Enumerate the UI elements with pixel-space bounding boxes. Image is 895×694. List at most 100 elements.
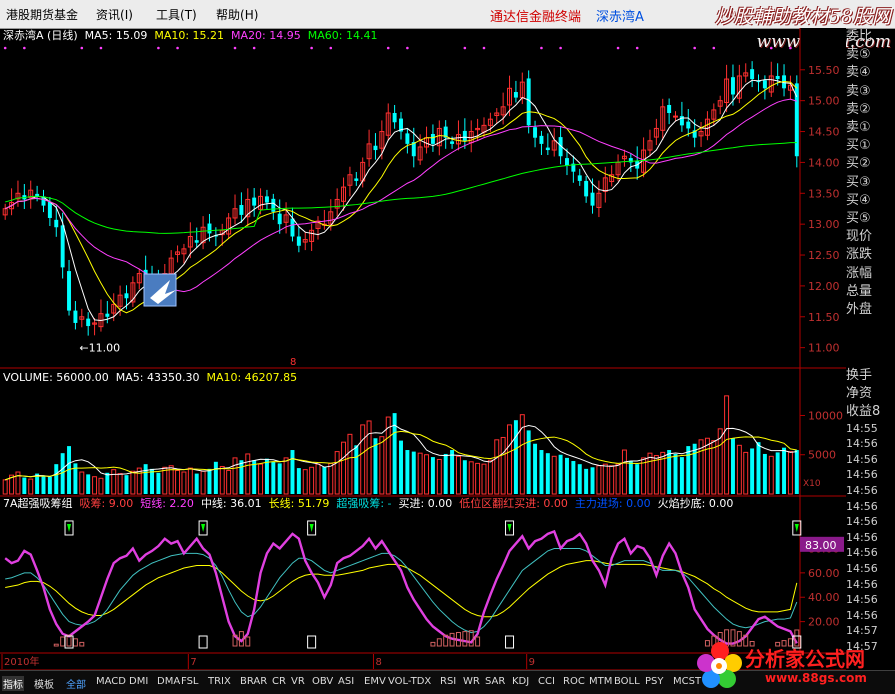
volume-bar — [373, 438, 378, 494]
price-tick-label: 12.50 — [808, 249, 840, 262]
candle-body — [667, 104, 672, 114]
indicator-tab[interactable]: DMI — [129, 676, 148, 687]
low-price-label: ←11.00 — [79, 342, 120, 355]
indicator-tab[interactable]: ROC — [563, 676, 585, 687]
indicator-tick-label: 60.00 — [808, 567, 840, 580]
menu-item-news[interactable]: 资讯(I) — [96, 6, 133, 23]
volume-bar — [621, 449, 627, 495]
menu-hotkey-t: (T) — [180, 8, 197, 22]
price-header-text: MA60: 14.41 — [308, 29, 378, 42]
indicator-tab[interactable]: BRAR — [240, 676, 267, 687]
volume-bar — [596, 465, 602, 495]
indicator-tab[interactable]: RSI — [440, 676, 456, 687]
volume-bar — [494, 439, 500, 495]
candle-body — [730, 77, 735, 95]
candle-body — [533, 127, 538, 138]
indicator-tab[interactable]: WR — [463, 676, 480, 687]
indicator-tab[interactable]: CR — [272, 676, 286, 687]
quote-panel-bottom: 换手 净资 收益8 14:55 14:56 14:56 14:56 14:56 14:56 14… — [846, 367, 895, 655]
indicator-tab[interactable]: PSY — [645, 676, 664, 687]
price-tick-label: 14.00 — [808, 156, 840, 169]
menu-item-help[interactable]: 帮助(H) — [216, 6, 258, 23]
indicator-readout: 83.00 — [805, 539, 837, 552]
price-header-text: 深赤湾A (日线) — [3, 28, 78, 42]
buy-signal-arrow-icon — [309, 523, 314, 532]
volume-bar — [794, 450, 799, 494]
volume-bar — [462, 460, 467, 494]
tick-time: 14:56 — [846, 561, 878, 575]
indicator-header-text: 长线: 51.79 — [269, 496, 330, 510]
volume-bar — [341, 441, 347, 495]
volume-bar — [730, 438, 735, 494]
indicator-tab[interactable]: MACD — [96, 676, 126, 687]
accumulation-bar — [462, 631, 468, 647]
price-tick-label: 12.00 — [808, 280, 840, 293]
indicator-tab[interactable]: VR — [291, 676, 305, 687]
indicator-tab[interactable]: TRIX — [208, 676, 231, 687]
indicator-header-text: 中线: 36.01 — [201, 496, 262, 510]
tdx-terminal-window: 港股期货基金 资讯(I) 工具(T) 帮助(H) 通达信金融终端 深赤湾A 炒股… — [0, 0, 895, 694]
indicator-tab[interactable]: DMA — [157, 676, 180, 687]
x-axis-label: 7 — [190, 657, 196, 668]
quote-label: 卖④ — [846, 65, 871, 81]
volume-bar — [98, 477, 104, 495]
indicator-header-text: 主力进场: 0.00 — [575, 496, 651, 510]
volume-bar — [54, 464, 59, 494]
candle-body — [462, 130, 467, 141]
stock-chart[interactable]: 深赤湾A (日线) MA5: 15.09 MA10: 15.21 MA20: 14.9… — [0, 28, 846, 670]
menu-item-hk-futures[interactable]: 港股期货基金 — [6, 6, 78, 23]
volume-bar — [775, 452, 780, 494]
candle-body — [430, 134, 435, 144]
volume-bar — [571, 461, 576, 494]
indicator-tab[interactable]: ASI — [338, 676, 354, 687]
quote-label: 买② — [846, 156, 871, 172]
volume-bar — [704, 437, 710, 495]
volume-bar — [647, 452, 653, 495]
watermark-line1: 炒股輔助教材58股网 — [714, 6, 891, 28]
quote-label: 涨幅 — [846, 265, 873, 281]
volume-bar — [756, 442, 761, 494]
indicator-tab[interactable]: 全部 — [66, 676, 86, 691]
volume-bar — [526, 430, 531, 494]
indicator-tab[interactable]: BOLL — [614, 676, 640, 687]
volume-bar — [679, 457, 684, 494]
volume-bar — [450, 450, 455, 494]
volume-bar — [411, 451, 416, 494]
indicator-tab[interactable]: MTM — [589, 676, 612, 687]
indicator-tab[interactable]: FSL — [181, 676, 199, 687]
signal-dot — [406, 46, 409, 50]
volume-bar — [667, 450, 672, 494]
indicator-tab[interactable]: EMV — [364, 676, 386, 687]
volume-bar — [296, 468, 301, 494]
quote-panel-top: 委比 卖⑤ 卖④ 卖③ 卖② 卖① 买① 买② 买③ 买④ 买⑤ 现价 涨跌 涨幅 总量 外盘 — [846, 28, 895, 319]
volume-bar — [736, 444, 742, 495]
indicator-tab[interactable]: OBV — [312, 676, 333, 687]
tick-time: 14:56 — [846, 468, 878, 482]
tick-time: 14:56 — [846, 546, 878, 560]
signal-dot — [789, 46, 792, 50]
menu-item-tools[interactable]: 工具(T) — [156, 6, 197, 23]
volume-bar — [309, 466, 315, 495]
volume-bar — [507, 424, 513, 495]
volume-bar — [156, 472, 161, 494]
volume-bar — [379, 436, 385, 495]
volume-bar — [653, 455, 659, 495]
candle-body — [392, 113, 397, 123]
indicator-tab[interactable]: CCI — [538, 676, 555, 687]
menu-hotkey-h: (H) — [240, 8, 259, 22]
indicator-tab[interactable]: VOL-TDX — [388, 676, 431, 687]
terminal-brand: 通达信金融终端 — [490, 10, 582, 25]
indicator-header-text: 7A超强吸筹组 — [3, 496, 73, 510]
volume-bar — [539, 450, 544, 494]
volume-bar — [47, 476, 52, 494]
tick-time: 14:56 — [846, 452, 878, 466]
indicator-tab[interactable]: 指标 — [2, 676, 24, 691]
volume-bar — [315, 463, 321, 495]
price-tick-label: 11.50 — [808, 311, 840, 324]
indicator-tab[interactable]: 模板 — [34, 676, 54, 691]
volume-header-text: MA10: 46207.85 — [206, 371, 297, 384]
indicator-tab[interactable]: SAR — [485, 676, 505, 687]
volume-bar — [417, 452, 423, 495]
volume-bar — [590, 467, 595, 494]
indicator-tab[interactable]: KDJ — [512, 676, 529, 687]
